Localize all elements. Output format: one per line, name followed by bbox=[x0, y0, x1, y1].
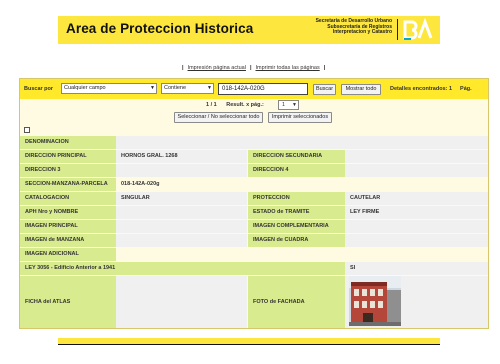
results-per-page-select[interactable]: 1 ▼ bbox=[278, 100, 299, 110]
field-value bbox=[116, 220, 247, 233]
field-value: CAUTELAR bbox=[345, 192, 488, 205]
field-label: FOTO de FACHADA bbox=[248, 276, 345, 328]
field-label: DIRECCION SECUNDARIA bbox=[248, 150, 345, 163]
field-value bbox=[116, 234, 247, 247]
field-value bbox=[345, 234, 488, 247]
header-banner: Area de Proteccion Historica Secretaria … bbox=[58, 16, 440, 44]
results-count: Detalles encontrados: 1 Pág. bbox=[390, 86, 472, 92]
field-value bbox=[345, 220, 488, 233]
search-field-select[interactable]: Cualquier campo ▼ bbox=[61, 83, 157, 94]
department-name: Secretaria de Desarrollo Urbano Subsecre… bbox=[315, 18, 392, 36]
field-value bbox=[345, 164, 488, 177]
page-label: Pág. bbox=[460, 86, 472, 92]
page-title: Area de Proteccion Historica bbox=[66, 21, 254, 36]
field-label: IMAGEN de MANZANA bbox=[20, 234, 116, 247]
chevron-down-icon: ▼ bbox=[292, 102, 297, 108]
field-label: IMAGEN COMPLEMENTARIA bbox=[248, 220, 345, 233]
field-value: 018-142A-020g bbox=[116, 178, 488, 191]
search-field-value: Cualquier campo bbox=[64, 85, 106, 91]
field-value bbox=[116, 164, 247, 177]
field-label: IMAGEN PRINCIPAL bbox=[20, 220, 116, 233]
field-value bbox=[116, 248, 488, 261]
search-mode-select[interactable]: Contiene ▼ bbox=[161, 83, 214, 94]
record-select-row bbox=[20, 124, 488, 136]
record-checkbox[interactable] bbox=[24, 127, 30, 133]
record-row: DENOMINACION bbox=[20, 136, 488, 149]
search-label: Buscar por bbox=[24, 86, 54, 92]
search-toolbar: Buscar por Cualquier campo ▼ Contiene ▼ … bbox=[20, 79, 488, 99]
ba-logo-icon bbox=[402, 18, 435, 42]
field-value: HORNOS GRAL. 1268 bbox=[116, 150, 247, 163]
record-row: DIRECCION 3 DIRECCION 4 bbox=[20, 164, 488, 177]
selection-actions: Seleccionar / No seleccionar todo Imprim… bbox=[20, 112, 488, 124]
print-current-page-link[interactable]: Impresión página actual bbox=[188, 65, 246, 71]
field-label: IMAGEN ADICIONAL bbox=[20, 248, 116, 261]
record-row: IMAGEN PRINCIPAL IMAGEN COMPLEMENTARIA bbox=[20, 220, 488, 233]
field-label: DIRECCION 4 bbox=[248, 164, 345, 177]
field-label: ESTADO de TRAMITE bbox=[248, 206, 345, 219]
results-per-page-value: 1 bbox=[282, 102, 286, 108]
field-label: DIRECCION PRINCIPAL bbox=[20, 150, 116, 163]
field-value: SI bbox=[345, 262, 488, 275]
field-label: SECCION-MANZANA-PARCELA bbox=[20, 178, 116, 191]
banner-divider bbox=[397, 19, 398, 40]
record-row: APH Nro y NOMBRE ESTADO de TRAMITE LEY F… bbox=[20, 206, 488, 219]
toggle-select-all-button[interactable]: Seleccionar / No seleccionar todo bbox=[174, 112, 263, 123]
field-value: LEY FIRME bbox=[345, 206, 488, 219]
record-row: SECCION-MANZANA-PARCELA 018-142A-020g bbox=[20, 178, 488, 191]
record-row: CATALOGACION SINGULAR PROTECCION CAUTELA… bbox=[20, 192, 488, 205]
link-separator: | bbox=[182, 65, 184, 71]
record-row: IMAGEN ADICIONAL bbox=[20, 248, 488, 261]
results-panel: Buscar por Cualquier campo ▼ Contiene ▼ … bbox=[19, 78, 489, 329]
field-label: DENOMINACION bbox=[20, 136, 116, 149]
print-links: | Impresión página actual | Imprimir todas … bbox=[178, 65, 329, 71]
search-input[interactable]: 018-142A-020G bbox=[218, 83, 308, 95]
record-row: FICHA del ATLAS FOTO de FACHADA bbox=[20, 276, 488, 328]
field-value: SINGULAR bbox=[116, 192, 247, 205]
print-selected-button[interactable]: Imprimir seleccionados bbox=[268, 112, 332, 123]
field-label: DIRECCION 3 bbox=[20, 164, 116, 177]
record-row: DIRECCION PRINCIPAL HORNOS GRAL. 1268 DI… bbox=[20, 150, 488, 163]
page-position: 1 / 1 bbox=[206, 102, 217, 108]
search-mode-value: Contiene bbox=[164, 85, 187, 91]
print-all-pages-link[interactable]: Imprimir todas las páginas bbox=[256, 65, 320, 71]
field-value bbox=[116, 276, 247, 328]
facade-photo[interactable] bbox=[349, 276, 401, 326]
record-row: IMAGEN de MANZANA IMAGEN de CUADRA bbox=[20, 234, 488, 247]
show-all-button[interactable]: Mostrar todo bbox=[341, 84, 381, 95]
results-per-page-label: Result. x pág.: bbox=[226, 102, 264, 108]
chevron-down-icon: ▼ bbox=[150, 85, 155, 91]
footer-divider bbox=[58, 344, 440, 345]
field-label: LEY 3056 - Edificio Anterior a 1941 bbox=[20, 262, 345, 275]
field-label: PROTECCION bbox=[248, 192, 345, 205]
field-label: APH Nro y NOMBRE bbox=[20, 206, 116, 219]
field-label: CATALOGACION bbox=[20, 192, 116, 205]
field-value bbox=[345, 150, 488, 163]
field-label: IMAGEN de CUADRA bbox=[248, 234, 345, 247]
pager: 1 / 1 Result. x pág.: bbox=[206, 102, 264, 108]
link-separator: | bbox=[323, 65, 326, 71]
search-button[interactable]: Buscar bbox=[313, 84, 336, 95]
field-label: FICHA del ATLAS bbox=[20, 276, 116, 328]
record-row: LEY 3056 - Edificio Anterior a 1941 SI bbox=[20, 262, 488, 275]
field-value bbox=[116, 206, 247, 219]
field-value bbox=[345, 276, 488, 328]
chevron-down-icon: ▼ bbox=[207, 85, 212, 91]
field-value bbox=[116, 136, 488, 149]
link-separator: | bbox=[249, 65, 252, 71]
